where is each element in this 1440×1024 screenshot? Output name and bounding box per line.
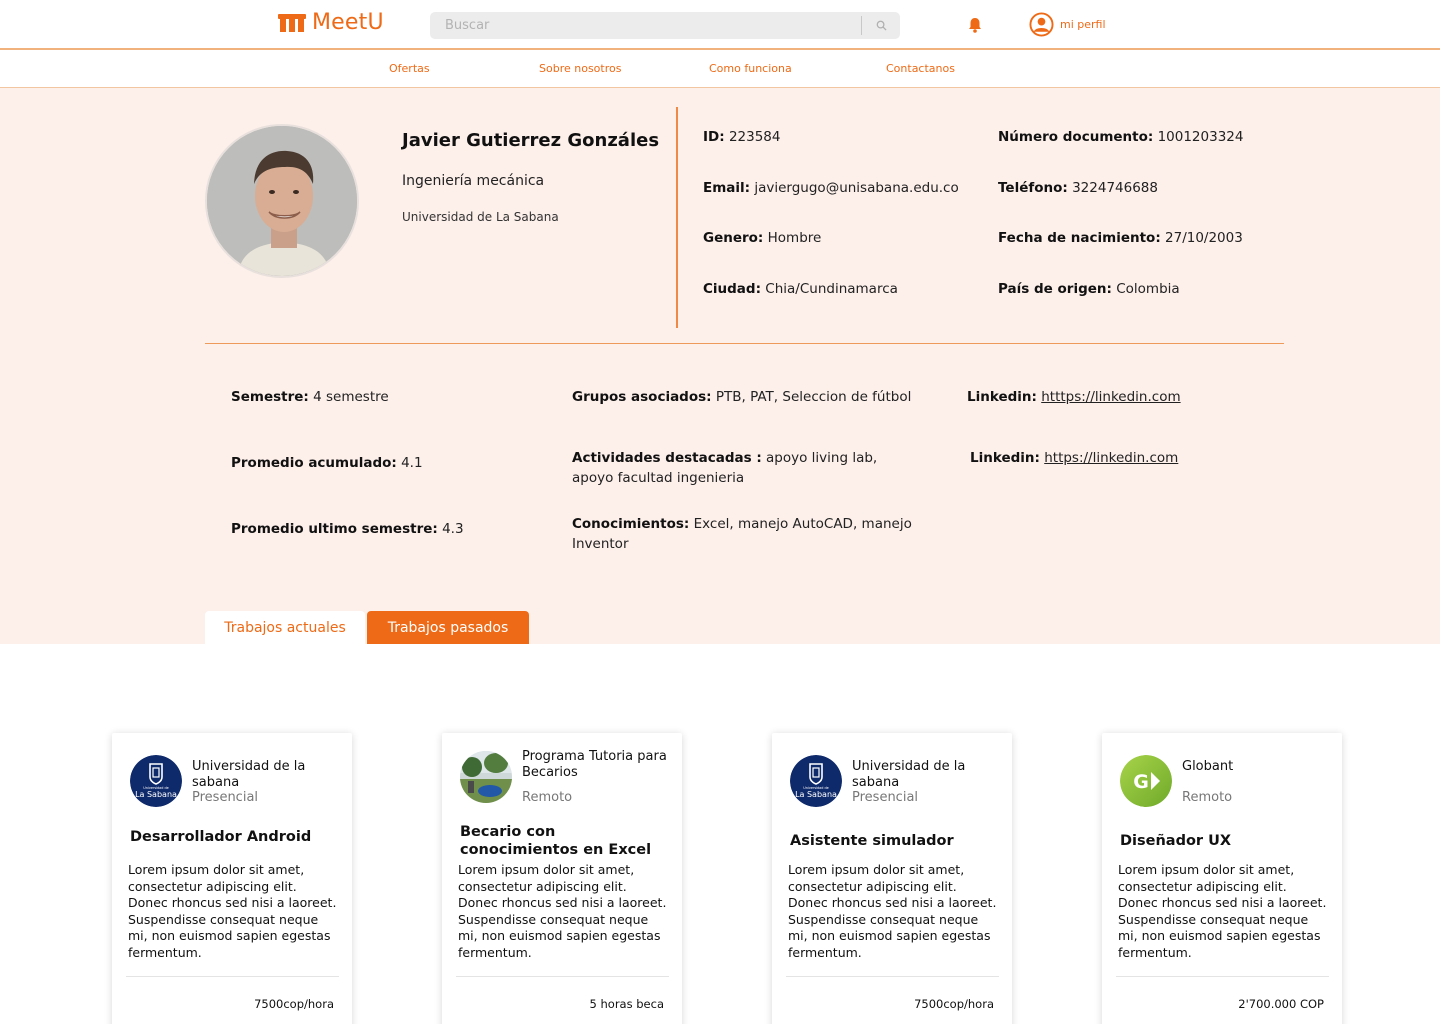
profile-link[interactable]: mi perfil [1029,12,1106,37]
job-card[interactable]: Universidad de La Sabana Universidad de … [772,733,1012,1024]
logo-icon [278,13,306,33]
field-gender: Genero: Hombre [703,230,822,246]
linkedin-link-1[interactable]: htttps://linkedin.com [1041,389,1180,405]
svg-text:La Sabana: La Sabana [795,790,837,799]
card-description: Lorem ipsum dolor sit amet, consectetur … [1118,862,1327,960]
job-card[interactable]: Universidad de La Sabana Universidad de … [112,733,352,1024]
card-divider [456,976,669,977]
logo[interactable]: MeetU [278,10,384,35]
card-company: Globant [1182,759,1234,774]
card-company: Universidad de la sabana [192,759,306,790]
card-divider [1116,976,1329,977]
card-modality: Presencial [192,790,259,805]
card-price: 5 horas beca [589,997,664,1011]
avatar [205,124,359,278]
card-price: 2'700.000 COP [1238,997,1324,1011]
nav-item-sobre-nosotros[interactable]: Sobre nosotros [539,62,621,75]
horizontal-divider [205,343,1284,344]
search-button[interactable] [862,12,900,39]
university-logo: Universidad de La Sabana [130,755,182,807]
job-card[interactable]: G Globant Remoto Diseñador UX Lorem ipsu… [1102,733,1342,1024]
field-groups: Grupos asociados: PTB, PAT, Seleccion de… [572,389,912,405]
university-logo: Universidad de La Sabana [790,755,842,807]
card-company: Universidad de la sabana [852,759,966,790]
card-title: Becario con conocimientos en Excel [460,824,652,858]
field-phone: Teléfono: 3224746688 [998,180,1158,196]
program-logo [460,751,512,803]
profile-university: Universidad de La Sabana [402,210,559,224]
field-country: País de origen: Colombia [998,281,1180,297]
card-description: Lorem ipsum dolor sit amet, consectetur … [458,862,667,960]
user-icon [1029,12,1054,37]
card-divider [786,976,999,977]
top-bar: MeetU mi perfil [0,0,1440,50]
field-linkedin-1: Linkedin: htttps://linkedin.com [967,389,1181,405]
field-knowledge: Conocimientos: Excel, manejo AutoCAD, ma… [572,516,912,552]
bell-icon[interactable] [966,16,984,34]
field-birthdate: Fecha de nacimiento: 27/10/2003 [998,230,1243,246]
search-icon [876,20,887,31]
card-modality: Remoto [1182,790,1233,805]
vertical-divider [676,107,678,328]
svg-text:G: G [1133,771,1149,793]
profile-career: Ingeniería mecánica [402,173,545,189]
field-document: Número documento: 1001203324 [998,129,1244,145]
card-title: Diseñador UX [1120,833,1232,849]
card-modality: Presencial [852,790,919,805]
field-id: ID: 223584 [703,129,781,145]
nav-item-como-funciona[interactable]: Como funciona [709,62,792,75]
card-title: Asistente simulador [790,833,954,849]
card-company: Programa Tutoria para Becarios [522,749,667,780]
profile-section: Javier Gutierrez Gonzáles Ingeniería mec… [0,88,1440,644]
card-price: 7500cop/hora [914,997,994,1011]
linkedin-link-2[interactable]: https://linkedin.com [1044,450,1178,466]
svg-text:La Sabana: La Sabana [135,790,177,799]
tab-current-jobs[interactable]: Trabajos actuales [205,611,365,644]
field-email: Email: javiergugo@unisabana.edu.co [703,180,959,196]
card-description: Lorem ipsum dolor sit amet, consectetur … [128,862,337,960]
card-description: Lorem ipsum dolor sit amet, consectetur … [788,862,997,960]
profile-label: mi perfil [1060,18,1106,31]
search-bar [430,12,900,39]
field-activities: Actividades destacadas : apoyo living la… [572,450,878,486]
search-input[interactable] [430,12,861,39]
card-title: Desarrollador Android [130,829,312,845]
field-linkedin-2: Linkedin: https://linkedin.com [970,450,1179,466]
tab-past-jobs[interactable]: Trabajos pasados [367,611,529,644]
main-nav: Ofertas Sobre nosotros Como funciona Con… [0,50,1440,88]
field-semester: Semestre: 4 semestre [231,389,389,405]
job-card[interactable]: Programa Tutoria para Becarios Remoto Be… [442,733,682,1024]
nav-item-contactanos[interactable]: Contactanos [886,62,955,75]
app-name: MeetU [312,10,384,35]
field-city: Ciudad: Chia/Cundinamarca [703,281,898,297]
profile-name: Javier Gutierrez Gonzáles [402,130,660,151]
avatar-photo [207,126,357,276]
card-modality: Remoto [522,790,573,805]
field-last-average: Promedio ultimo semestre: 4.3 [231,521,464,537]
field-average: Promedio acumulado: 4.1 [231,455,423,471]
card-price: 7500cop/hora [254,997,334,1011]
nav-item-ofertas[interactable]: Ofertas [389,62,430,75]
card-divider [126,976,339,977]
globant-logo: G [1120,755,1172,807]
